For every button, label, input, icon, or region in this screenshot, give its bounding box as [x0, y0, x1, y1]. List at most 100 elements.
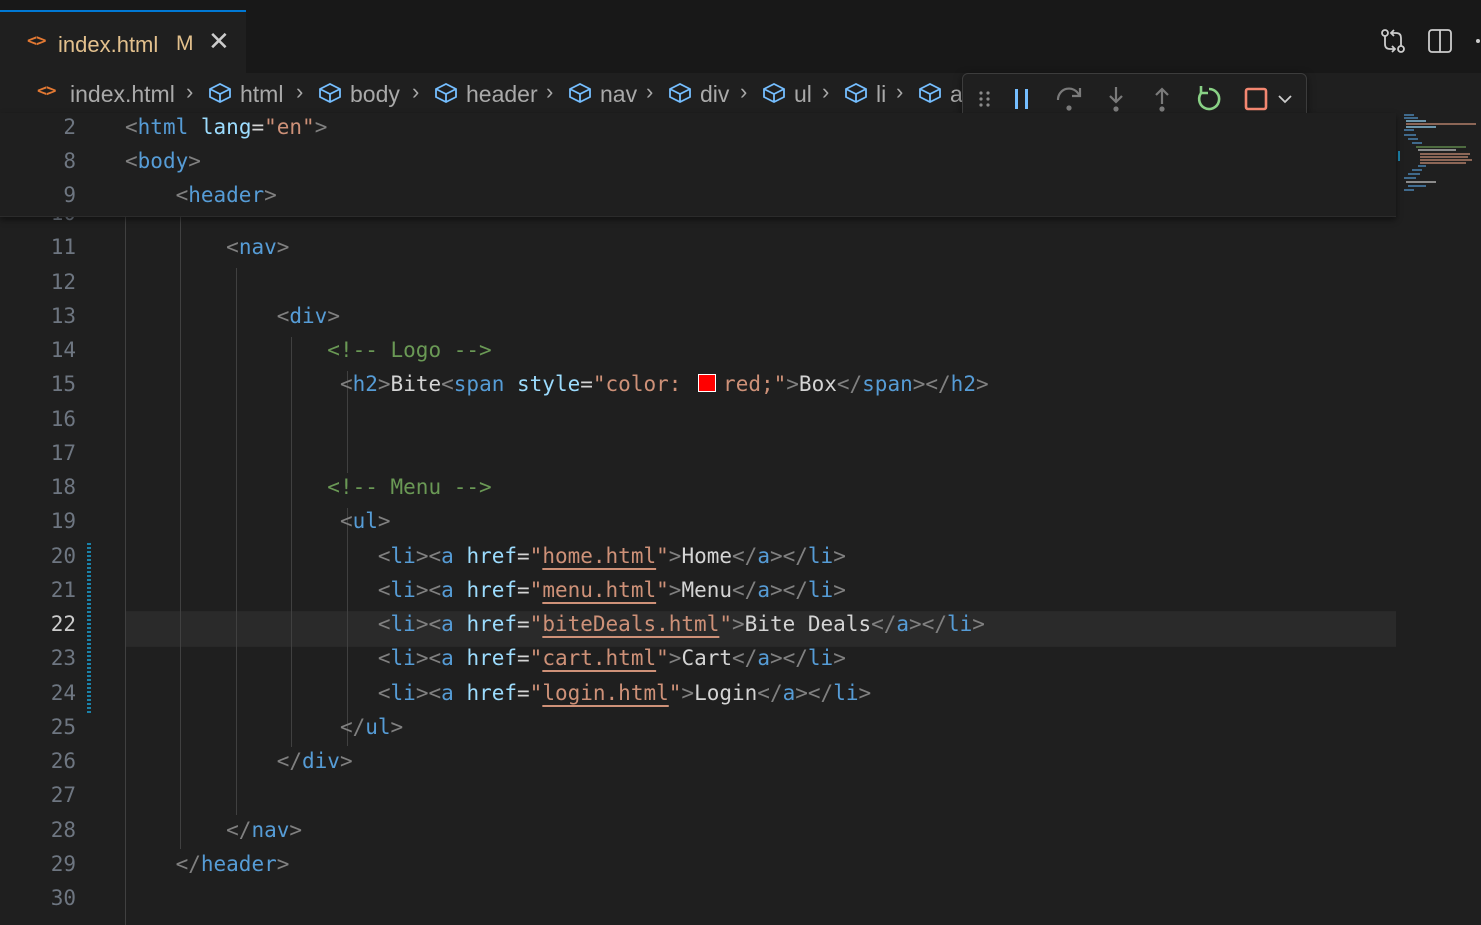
code-token: style: [517, 372, 581, 397]
code-token: li: [807, 577, 834, 602]
code-token: ul: [365, 714, 391, 739]
code-line[interactable]: <h2>Bite<span style="color: red;">Box</s…: [125, 372, 989, 396]
code-token: a: [757, 646, 770, 671]
code-token: <!-- Menu -->: [327, 475, 492, 499]
symbol-element-icon: [435, 82, 457, 104]
chevron-down-icon[interactable]: [1273, 82, 1297, 116]
code-token: ><: [415, 612, 442, 636]
code-line[interactable]: <header>: [125, 183, 277, 207]
code-line[interactable]: </nav>: [125, 818, 302, 842]
code-token: a: [441, 612, 454, 636]
code-token: ></: [795, 680, 834, 705]
html-brackets-icon: <>: [27, 31, 47, 51]
code-token: li: [390, 577, 416, 602]
breadcrumb-file[interactable]: index.html: [70, 81, 175, 108]
code-token: nav: [238, 235, 277, 260]
code-line[interactable]: <!-- Logo -->: [125, 338, 491, 362]
code-token: </: [732, 646, 758, 671]
more-actions-icon[interactable]: [1470, 38, 1481, 44]
breadcrumb-item-div[interactable]: div: [700, 81, 729, 108]
code-token: a: [441, 646, 454, 671]
link-text: cart.html: [542, 646, 657, 671]
code-token: >: [858, 680, 872, 705]
code-line[interactable]: <li><a href="login.html">Login</a></li>: [125, 681, 871, 705]
code-token: </: [836, 372, 863, 397]
code-token: <: [377, 680, 391, 705]
code-token: Home: [681, 543, 733, 568]
code-line[interactable]: <li><a href="menu.html">Menu</a></li>: [125, 578, 846, 602]
tab-index-html[interactable]: <> index.html M ✕: [0, 10, 246, 73]
code-token: =: [517, 612, 530, 636]
split-editor-icon[interactable]: [1427, 28, 1453, 54]
stop-icon[interactable]: [1239, 82, 1273, 116]
code-line[interactable]: <body>: [125, 149, 201, 173]
code-line[interactable]: <!-- Menu -->: [125, 475, 492, 499]
code-line[interactable]: <li><a href="home.html">Home</a></li>: [125, 544, 846, 568]
code-token: ": [529, 577, 543, 602]
breadcrumb-item-li[interactable]: li: [876, 81, 886, 108]
code-token: ></: [769, 646, 808, 671]
step-into-icon[interactable]: [1099, 82, 1133, 116]
line-number: 19: [50, 509, 76, 534]
code-token: ": [529, 680, 543, 705]
breadcrumb-item-body[interactable]: body: [350, 81, 400, 108]
step-out-icon[interactable]: [1145, 82, 1179, 116]
code-token: Box: [798, 372, 837, 397]
minimap[interactable]: [1396, 113, 1481, 925]
code-token: body: [137, 149, 189, 173]
breadcrumb-item-a[interactable]: a: [950, 81, 963, 108]
code-line[interactable]: <div>: [125, 304, 340, 328]
breadcrumb-item-nav[interactable]: nav: [600, 81, 637, 108]
code-token: li: [807, 543, 834, 568]
line-number: 30: [50, 886, 76, 910]
code-line[interactable]: <li><a href="biteDeals.html">Bite Deals<…: [125, 612, 985, 636]
color-swatch: [698, 374, 717, 393]
code-token: a: [757, 543, 770, 568]
code-token: >: [377, 372, 391, 397]
code-token: header: [200, 851, 277, 876]
code-token: >: [314, 115, 328, 139]
breadcrumb-item-header[interactable]: header: [466, 81, 538, 108]
modified-lines-gutter: [87, 543, 91, 714]
code-line[interactable]: <ul>: [125, 509, 391, 533]
code-token: href: [466, 680, 518, 705]
code-line[interactable]: <html lang="en">: [125, 115, 327, 139]
close-icon[interactable]: ✕: [208, 26, 230, 57]
restart-icon[interactable]: [1192, 82, 1226, 116]
code-token: >: [668, 577, 682, 602]
code-token: <: [377, 646, 391, 671]
code-token: =: [251, 115, 265, 139]
code-line[interactable]: </header>: [125, 851, 290, 876]
chevron-right-icon: ›: [740, 79, 748, 104]
chevron-right-icon: ›: [546, 79, 554, 104]
code-token: </: [276, 749, 303, 773]
pause-icon[interactable]: [1005, 82, 1039, 116]
code-token: div: [289, 303, 328, 328]
breadcrumb-item-ul[interactable]: ul: [794, 81, 812, 108]
symbol-element-icon: [569, 82, 591, 104]
code-token: li: [390, 543, 416, 568]
compare-changes-icon[interactable]: [1379, 28, 1407, 54]
code-token: Bite Deals: [744, 612, 872, 636]
code-line[interactable]: <nav>: [125, 235, 289, 259]
code-token: <: [441, 372, 454, 397]
code-token: ><: [415, 543, 442, 568]
tab-filename: index.html: [58, 32, 159, 57]
drag-handle-icon[interactable]: [975, 82, 995, 116]
step-over-icon[interactable]: [1052, 82, 1086, 116]
code-token: a: [441, 680, 454, 705]
breadcrumb-item-html[interactable]: html: [240, 81, 283, 108]
code-token: ": [529, 543, 543, 568]
code-line[interactable]: </div>: [125, 749, 353, 773]
code-line[interactable]: <li><a href="cart.html">Cart</a></li>: [125, 646, 846, 670]
line-number: 16: [50, 406, 76, 431]
code-line[interactable]: </ul>: [125, 715, 403, 739]
line-number: 29: [50, 851, 76, 876]
code-token: ": [719, 612, 732, 636]
line-number: 20: [50, 543, 76, 568]
